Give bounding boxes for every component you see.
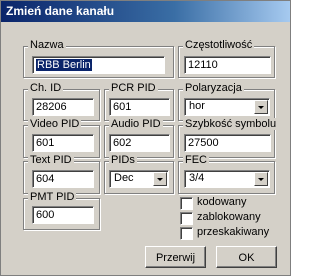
fec-dropdown-icon[interactable]	[254, 172, 268, 186]
pcr-pid-label: PCR PID	[109, 82, 158, 94]
text-pid-input[interactable]: 604	[32, 170, 94, 188]
dialog-window: Zmień dane kanału Nazwa RBB Berlin Częst…	[0, 0, 291, 276]
polaryzacja-select[interactable]: hor	[184, 98, 270, 116]
pids-value: Dec	[114, 172, 134, 184]
nazwa-value: RBB Berlin	[36, 59, 92, 71]
pids-dropdown-icon[interactable]	[153, 172, 167, 186]
zablokowany-label: zablokowany	[197, 211, 261, 223]
audio-pid-input[interactable]: 602	[109, 134, 170, 152]
pids-label: PIDs	[109, 154, 137, 166]
przeskakiwany-label: przeskakiwany	[197, 226, 270, 238]
przeskakiwany-checkbox[interactable]	[180, 227, 193, 240]
pmt-pid-input[interactable]: 600	[32, 206, 94, 224]
video-pid-label: Video PID	[28, 118, 82, 130]
szybkosc-symbolu-label: Szybkość symbolu	[183, 118, 279, 130]
czestotliwosc-label: Częstotliwość	[183, 39, 255, 51]
fec-value: 3/4	[189, 172, 205, 184]
fec-select[interactable]: 3/4	[184, 170, 270, 188]
pids-select[interactable]: Dec	[109, 170, 169, 188]
polaryzacja-dropdown-icon[interactable]	[254, 100, 268, 114]
szybkosc-symbolu-input[interactable]: 27500	[184, 134, 271, 152]
polaryzacja-label: Polaryzacja	[183, 82, 244, 94]
video-pid-input[interactable]: 601	[32, 134, 94, 152]
fec-label: FEC	[183, 154, 209, 166]
title-bar[interactable]: Zmień dane kanału	[1, 1, 290, 22]
kodowany-label: kodowany	[197, 196, 247, 208]
cancel-button[interactable]: Przerwij	[145, 246, 206, 268]
text-pid-label: Text PID	[28, 154, 74, 166]
window-title: Zmień dane kanału	[6, 4, 115, 18]
nazwa-label: Nazwa	[28, 39, 66, 51]
pmt-pid-label: PMT PID	[28, 191, 77, 203]
ok-button[interactable]: OK	[216, 246, 277, 268]
ch-id-input[interactable]: 28206	[32, 98, 94, 116]
kodowany-checkbox[interactable]	[180, 197, 193, 210]
czestotliwosc-input[interactable]: 12110	[184, 56, 271, 74]
audio-pid-label: Audio PID	[109, 118, 163, 130]
nazwa-input[interactable]: RBB Berlin	[32, 56, 165, 74]
ch-id-label: Ch. ID	[28, 82, 64, 94]
pcr-pid-input[interactable]: 601	[109, 98, 170, 116]
zablokowany-checkbox[interactable]	[180, 212, 193, 225]
polaryzacja-value: hor	[189, 100, 205, 112]
